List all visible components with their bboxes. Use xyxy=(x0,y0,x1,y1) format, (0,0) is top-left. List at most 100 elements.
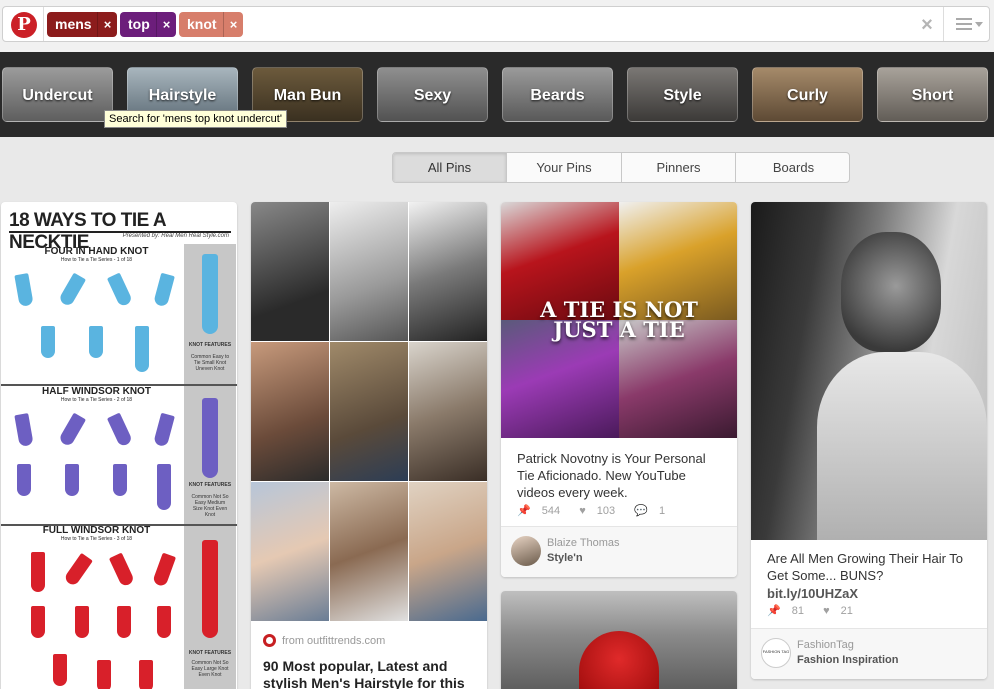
tie-step-illustration xyxy=(31,606,45,638)
comment-count: 💬 1 xyxy=(634,505,666,517)
pin-man-bun[interactable]: Are All Men Growing Their Hair To Get So… xyxy=(751,202,987,679)
guide-style[interactable]: Style xyxy=(627,67,738,122)
comment-icon: 💬 xyxy=(634,505,648,517)
heart-icon: ♥ xyxy=(579,505,586,517)
guide-short[interactable]: Short xyxy=(877,67,988,122)
pinner-name[interactable]: FashionTag xyxy=(797,639,854,651)
hairstyle-photo xyxy=(409,342,487,481)
pin-necktie-infographic[interactable]: 18 WAYS TO TIE A NECKTIE Presented by: R… xyxy=(1,202,237,689)
knot-series: How to Tie a Tie Series - 3 of 18 xyxy=(60,536,133,542)
tie-step-illustration xyxy=(41,326,55,358)
filter-tabs: All Pins Your Pins Pinners Boards xyxy=(392,152,850,183)
tie-step-illustration xyxy=(31,552,45,592)
board-name[interactable]: Fashion Inspiration xyxy=(797,654,898,666)
knot-series: How to Tie a Tie Series - 1 of 18 xyxy=(60,257,133,263)
pin-stats: 📌 81 ♥ 21 xyxy=(767,604,869,617)
knot-heading: HALF WINDSOR KNOT xyxy=(42,386,151,397)
knot-heading: FOUR IN HAND KNOT xyxy=(44,246,149,257)
pin-hairstyles-collage[interactable]: from outfittrends.com 90 Most popular, L… xyxy=(251,202,487,689)
overlay-line-2: JUST A TIE xyxy=(553,317,685,342)
portrait-shirt xyxy=(817,352,987,540)
tab-boards[interactable]: Boards xyxy=(736,153,849,182)
pin-link[interactable]: bit.ly/10UHZaX xyxy=(767,585,858,602)
tie-step-illustration xyxy=(57,272,87,308)
avatar[interactable]: FASHION TAG xyxy=(761,638,791,668)
header: P mens × top × knot × × xyxy=(0,0,994,52)
search-token-mens[interactable]: mens × xyxy=(47,12,117,37)
board-name[interactable]: Style'n xyxy=(547,552,583,564)
hairstyle-photo xyxy=(330,202,408,341)
like-count: ♥ 21 xyxy=(823,605,853,617)
guide-undercut[interactable]: Undercut xyxy=(2,67,113,122)
menu-button[interactable] xyxy=(943,7,990,41)
avatar[interactable] xyxy=(511,536,541,566)
token-label: top xyxy=(128,16,150,32)
feature-heading: KNOT FEATURES xyxy=(188,482,232,488)
guide-beards[interactable]: Beards xyxy=(502,67,613,122)
remove-token-icon[interactable]: × xyxy=(156,12,176,37)
tie-illustration xyxy=(202,540,218,638)
tie-step-illustration xyxy=(153,272,175,308)
tie-step-illustration xyxy=(106,272,134,308)
pin-attribution[interactable]: Blaize Thomas Style'n xyxy=(501,526,737,577)
knot-feature-panel: KNOT FEATURES Common Not So Easy Large K… xyxy=(184,526,236,689)
tie-step-illustration xyxy=(139,660,153,689)
hairstyle-photo xyxy=(409,482,487,621)
pin-description: Are All Men Growing Their Hair To Get So… xyxy=(767,551,964,583)
tab-your-pins[interactable]: Your Pins xyxy=(507,153,622,182)
tie-step-illustration xyxy=(151,552,177,588)
pinner-name[interactable]: Blaize Thomas xyxy=(547,537,620,549)
search-token-knot[interactable]: knot × xyxy=(179,12,243,37)
tie-step-illustration xyxy=(17,464,31,496)
knot-feature-panel: KNOT FEATURES Common Not So Easy Medium … xyxy=(184,386,236,524)
feature-text: Common Not So Easy Large Knot Even Knot xyxy=(191,660,229,678)
tie-step-illustration xyxy=(57,412,87,448)
infographic-subtitle: Presented by: Real Men Real Style.com xyxy=(122,233,229,239)
search-bar[interactable]: P mens × top × knot × × xyxy=(2,6,990,42)
tie-step-illustration xyxy=(153,412,175,448)
tie-step-illustration xyxy=(106,412,134,448)
repin-icon: 📌 xyxy=(767,605,781,617)
pin-title: 90 Most popular, Latest and stylish Men'… xyxy=(263,658,465,689)
pinterest-logo-icon[interactable]: P xyxy=(11,12,37,38)
tab-pinners[interactable]: Pinners xyxy=(622,153,736,182)
pin-source[interactable]: from outfittrends.com xyxy=(263,634,385,647)
chevron-down-icon xyxy=(975,22,983,27)
repin-count: 📌 544 xyxy=(517,505,561,517)
pin-red-tie[interactable] xyxy=(501,591,737,689)
tie-step-illustration xyxy=(135,326,149,372)
like-count: ♥ 103 xyxy=(579,505,616,517)
tie-illustration xyxy=(202,254,218,334)
pin-attribution[interactable]: FASHION TAG FashionTag Fashion Inspirati… xyxy=(751,628,987,679)
pin-tie[interactable]: A TIE IS NOT JUST A TIE Patrick Novotny … xyxy=(501,202,737,577)
tie-step-illustration xyxy=(53,654,67,686)
tie-step-illustration xyxy=(89,326,103,358)
tab-all-pins[interactable]: All Pins xyxy=(393,153,507,182)
source-logo-icon xyxy=(263,634,276,647)
feature-text: Common Easy to Tie Small Knot Uneven Kno… xyxy=(190,354,230,372)
guide-sexy[interactable]: Sexy xyxy=(377,67,488,122)
repin-icon: 📌 xyxy=(517,505,531,517)
tie-illustration xyxy=(202,398,218,478)
guide-curly[interactable]: Curly xyxy=(752,67,863,122)
tie-step-illustration xyxy=(14,413,34,447)
hairstyle-photo xyxy=(330,482,408,621)
clear-search-icon[interactable]: × xyxy=(917,15,937,35)
tooltip: Search for 'mens top knot undercut' xyxy=(104,110,287,128)
source-text: from outfittrends.com xyxy=(282,635,386,647)
feature-heading: KNOT FEATURES xyxy=(188,650,232,656)
tie-step-illustration xyxy=(108,552,136,588)
search-token-top[interactable]: top × xyxy=(120,12,176,37)
tie-step-illustration xyxy=(97,660,111,689)
tie-step-illustration xyxy=(157,464,171,510)
remove-token-icon[interactable]: × xyxy=(223,12,243,37)
hairstyle-photo xyxy=(251,342,329,481)
tie-step-illustration xyxy=(65,464,79,496)
token-label: knot xyxy=(187,16,217,32)
tie-step-illustration xyxy=(75,606,89,638)
knot-series: How to Tie a Tie Series - 2 of 18 xyxy=(60,397,133,403)
tie-step-illustration xyxy=(14,273,34,307)
avatar-logo-text: FASHION TAG xyxy=(762,649,790,654)
remove-token-icon[interactable]: × xyxy=(97,12,117,37)
hairstyle-photo xyxy=(330,342,408,481)
